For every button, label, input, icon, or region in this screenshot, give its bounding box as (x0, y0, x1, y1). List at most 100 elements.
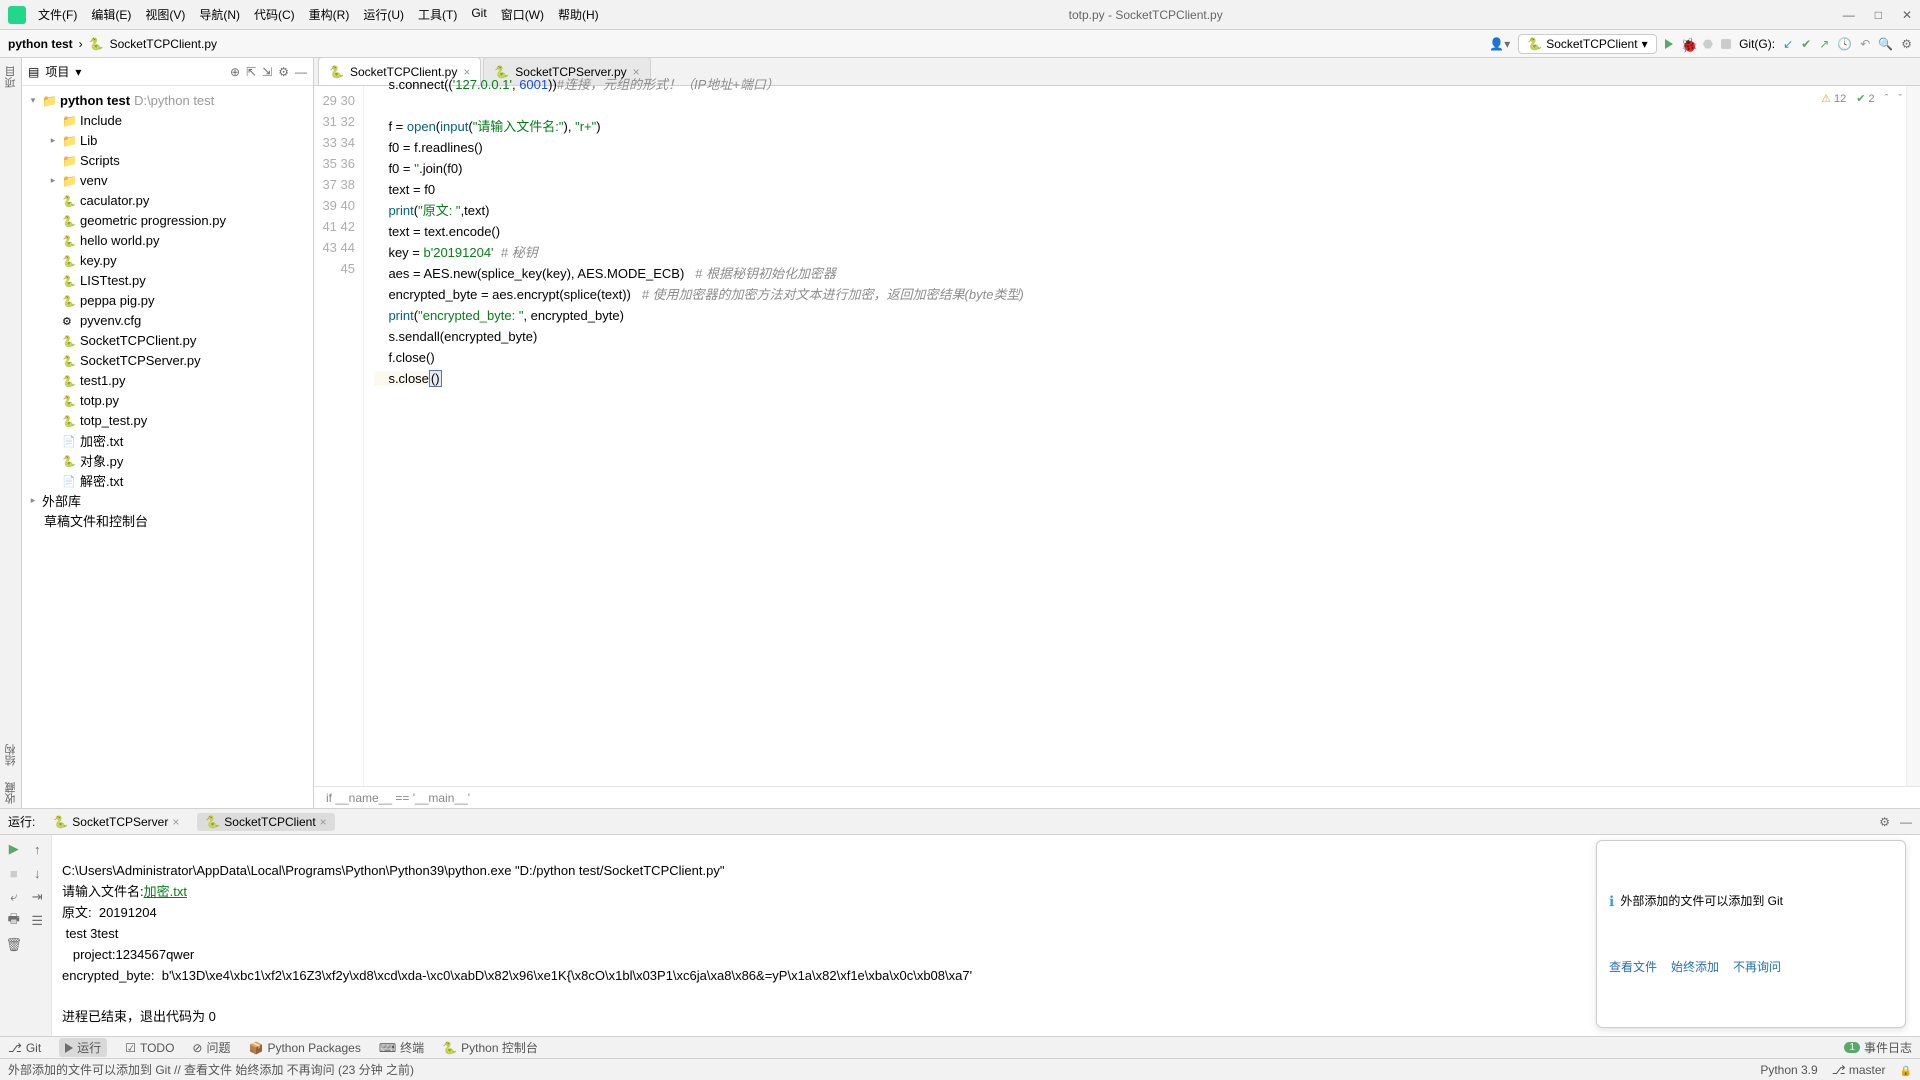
expand-all-icon[interactable]: ⇱ (246, 65, 256, 79)
gear-icon[interactable]: ⚙ (278, 65, 289, 79)
chevron-up-icon[interactable]: ˆ (1885, 93, 1889, 105)
warning-count[interactable]: 12 (1821, 92, 1846, 105)
project-header-label[interactable]: 项目 (45, 63, 69, 80)
chevron-right-icon[interactable]: ▸ (48, 175, 58, 186)
tree-file[interactable]: SocketTCPServer.py (22, 350, 313, 370)
tree-file[interactable]: peppa pig.py (22, 290, 313, 310)
undo-button[interactable]: ↶ (1860, 37, 1870, 51)
breadcrumb-file[interactable]: SocketTCPClient.py (110, 37, 217, 51)
event-log[interactable]: 1事件日志 (1844, 1039, 1912, 1056)
structure-tool-tab[interactable]: 结构 (1, 740, 21, 770)
tool-problems[interactable]: ⊘问题 (192, 1039, 230, 1056)
menu-navigate[interactable]: 导航(N) (199, 6, 240, 23)
project-tool-tab[interactable]: 项目 (1, 62, 21, 92)
tree-file[interactable]: 加密.txt (22, 430, 313, 450)
collapse-all-icon[interactable]: ⇲ (262, 65, 272, 79)
status-python[interactable]: Python 3.9 (1760, 1063, 1817, 1077)
scroll-end-button[interactable]: ⇥ (28, 887, 48, 907)
layout-button[interactable]: ☰ (28, 911, 48, 931)
stop-button[interactable] (1721, 39, 1731, 49)
settings-button[interactable]: ⚙ (1901, 37, 1912, 51)
up-button[interactable]: ↑ (28, 839, 48, 859)
git-commit-button[interactable]: ✔ (1801, 37, 1811, 51)
menu-edit[interactable]: 编辑(E) (91, 6, 131, 23)
lock-icon[interactable] (1900, 1063, 1912, 1077)
status-branch[interactable]: master (1832, 1063, 1886, 1077)
code-text[interactable]: s.connect(('127.0.0.1', 6001))#连接，元组的形式！… (364, 70, 1906, 786)
chevron-down-icon[interactable]: ˇ (1898, 93, 1902, 105)
menu-code[interactable]: 代码(C) (254, 6, 295, 23)
menu-run[interactable]: 运行(U) (363, 6, 404, 23)
print-button[interactable]: 🖶 (4, 911, 24, 931)
tree-file[interactable]: totp.py (22, 390, 313, 410)
context-breadcrumb[interactable]: if __name__ == '__main__' (314, 786, 1920, 808)
stop-button[interactable]: ■ (4, 863, 24, 883)
hide-panel-icon[interactable]: — (1900, 815, 1912, 829)
status-message[interactable]: 外部添加的文件可以添加到 Git // 查看文件 始终添加 不再询问 (23 分… (8, 1061, 414, 1078)
tree-root-name[interactable]: python test (60, 93, 130, 108)
tree-file[interactable]: hello world.py (22, 230, 313, 250)
chevron-down-icon[interactable]: ▾ (28, 95, 38, 106)
run-tab-client[interactable]: 🐍SocketTCPClient× (197, 813, 334, 831)
tree-file[interactable]: pyvenv.cfg (22, 310, 313, 330)
tool-run[interactable]: 运行 (59, 1038, 107, 1057)
line-gutter[interactable]: 29 30 31 32 33 34 35 36 37 38 39 40 41 4… (314, 86, 364, 786)
chevron-right-icon[interactable]: ▸ (28, 495, 38, 506)
soft-wrap-button[interactable]: ⤶ (4, 887, 24, 907)
maximize-button[interactable]: □ (1875, 8, 1882, 22)
menu-view[interactable]: 视图(V) (145, 6, 185, 23)
close-icon[interactable]: × (172, 815, 179, 829)
tree-file[interactable]: 对象.py (22, 450, 313, 470)
search-button[interactable]: 🔍 (1878, 37, 1893, 51)
tree-dir[interactable]: venv (80, 173, 107, 188)
debug-button[interactable]: 🐞 (1681, 37, 1695, 51)
chevron-down-icon[interactable]: ▾ (75, 65, 81, 79)
locate-icon[interactable]: ⊕ (230, 65, 240, 79)
tree-file[interactable]: SocketTCPClient.py (22, 330, 313, 350)
menu-refactor[interactable]: 重构(R) (309, 6, 350, 23)
toast-dont-ask[interactable]: 不再询问 (1733, 957, 1781, 977)
tree-dir[interactable]: Scripts (80, 153, 120, 168)
down-button[interactable]: ↓ (28, 863, 48, 883)
clear-button[interactable]: 🗑 (4, 935, 24, 955)
chevron-right-icon[interactable]: ▸ (48, 135, 58, 146)
tree-file[interactable]: caculator.py (22, 190, 313, 210)
toast-view-files[interactable]: 查看文件 (1609, 957, 1657, 977)
tree-file[interactable]: 解密.txt (22, 470, 313, 490)
close-icon[interactable]: × (320, 815, 327, 829)
gear-icon[interactable]: ⚙ (1879, 815, 1890, 829)
coverage-button[interactable]: ⬣ (1703, 37, 1713, 51)
close-button[interactable]: ✕ (1902, 8, 1912, 22)
console-input-link[interactable]: 加密.txt (144, 884, 187, 899)
toast-always-add[interactable]: 始终添加 (1671, 957, 1719, 977)
git-update-button[interactable]: ↙ (1783, 37, 1793, 51)
tree-file[interactable]: key.py (22, 250, 313, 270)
run-button[interactable] (1665, 39, 1673, 49)
tree-dir[interactable]: Include (80, 113, 122, 128)
ok-count[interactable]: 2 (1856, 92, 1874, 105)
breadcrumb-root[interactable]: python test (8, 37, 73, 51)
run-config-selector[interactable]: 🐍 SocketTCPClient ▾ (1518, 34, 1656, 54)
menu-file[interactable]: 文件(F) (38, 6, 77, 23)
tree-file[interactable]: geometric progression.py (22, 210, 313, 230)
run-tab-server[interactable]: 🐍SocketTCPServer× (45, 813, 187, 831)
rerun-button[interactable]: ▶ (4, 839, 24, 859)
tool-todo[interactable]: ☑TODO (125, 1041, 174, 1055)
tool-python-packages[interactable]: 📦Python Packages (248, 1041, 360, 1055)
external-libraries[interactable]: 外部库 (42, 491, 81, 510)
inspections-widget[interactable]: 12 2 ˆ ˇ (1821, 92, 1902, 105)
tool-python-console[interactable]: 🐍Python 控制台 (442, 1039, 538, 1056)
project-tree[interactable]: ▾ python test D:\python test Include ▸Li… (22, 86, 313, 808)
account-icon[interactable]: 👤▾ (1489, 37, 1510, 51)
tree-file[interactable]: LISTtest.py (22, 270, 313, 290)
minimize-button[interactable]: — (1843, 8, 1855, 22)
favorites-tool-tab[interactable]: 收藏 (1, 778, 21, 808)
tree-dir[interactable]: Lib (80, 133, 97, 148)
run-console[interactable]: C:\Users\Administrator\AppData\Local\Pro… (52, 835, 1920, 1036)
code-editor[interactable]: 29 30 31 32 33 34 35 36 37 38 39 40 41 4… (314, 86, 1920, 786)
hide-panel-icon[interactable]: — (295, 65, 307, 79)
tree-file[interactable]: test1.py (22, 370, 313, 390)
tool-terminal[interactable]: ⌨终端 (379, 1039, 424, 1056)
tree-file[interactable]: totp_test.py (22, 410, 313, 430)
scratches[interactable]: 草稿文件和控制台 (44, 511, 148, 530)
